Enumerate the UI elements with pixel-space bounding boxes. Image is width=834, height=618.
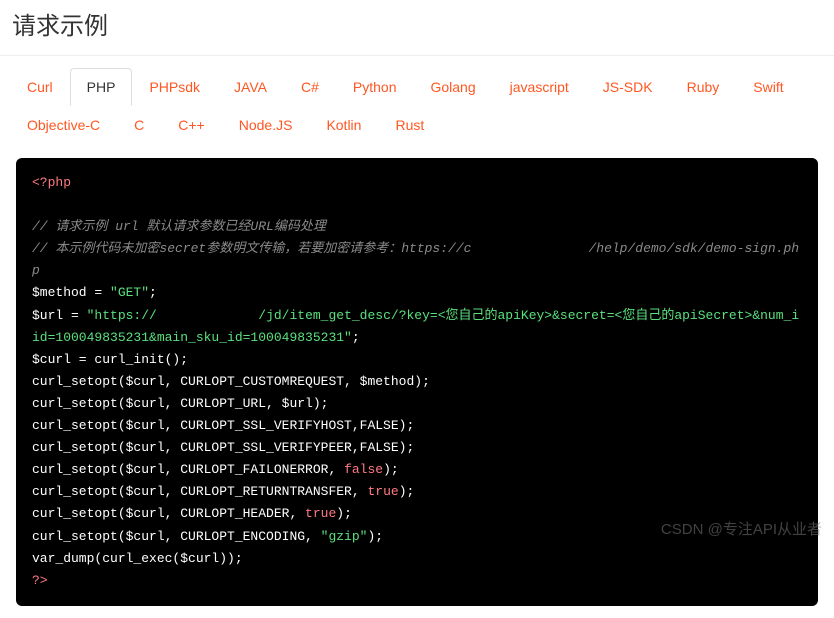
tab-c-[interactable]: C++ [161,106,221,144]
code-block: <?php // 请求示例 url 默认请求参数已经URL编码处理 // 本示例… [16,158,818,606]
code-line: curl_setopt($curl, CURLOPT_RETURNTRANSFE… [32,484,367,499]
code-token: ); [414,374,430,389]
php-open-tag: <?php [32,175,71,190]
tab-c-[interactable]: C# [284,68,336,106]
code-token: ); [383,462,399,477]
code-line: var_dump(curl_exec($curl)); [32,551,243,566]
code-comment: // 本示例代码未加密secret参数明文传输，若要加密请参考：https://… [32,241,799,278]
code-bool: true [367,484,398,499]
code-line: curl_setopt($curl, CURLOPT_SSL_VERIFYPEE… [32,440,414,455]
tab-java[interactable]: JAVA [217,68,284,106]
tab-phpsdk[interactable]: PHPsdk [132,68,217,106]
code-token: $method [32,285,87,300]
tab-ruby[interactable]: Ruby [670,68,737,106]
tab-python[interactable]: Python [336,68,414,106]
code-panel: <?php // 请求示例 url 默认请求参数已经URL编码处理 // 本示例… [16,158,818,606]
code-string: "gzip" [321,529,368,544]
code-token: $url [32,308,63,323]
tab-node-js[interactable]: Node.JS [222,106,310,144]
code-bool: true [305,506,336,521]
language-tabs: CurlPHPPHPsdkJAVAC#PythonGolangjavascrip… [0,56,834,152]
tab-curl[interactable]: Curl [10,68,70,106]
code-string: "https://xxxxxxxxxxxxx/jd/item_get_desc/… [32,308,799,345]
code-token: ); [336,506,352,521]
tab-golang[interactable]: Golang [413,68,492,106]
code-line: curl_setopt($curl, CURLOPT_FAILONERROR, [32,462,344,477]
code-token: ); [399,484,415,499]
tab-c[interactable]: C [117,106,161,144]
tab-kotlin[interactable]: Kotlin [309,106,378,144]
code-token: $method [360,374,415,389]
code-line: curl_setopt($curl, CURLOPT_ENCODING, [32,529,321,544]
code-string: "GET" [110,285,149,300]
code-line: curl_setopt($curl, CURLOPT_HEADER, [32,506,305,521]
code-line: curl_setopt($curl, CURLOPT_SSL_VERIFYHOS… [32,418,414,433]
tab-javascript[interactable]: javascript [493,68,586,106]
code-token: ); [367,529,383,544]
code-token: $url [282,396,313,411]
code-line: $curl = curl_init(); [32,352,188,367]
tab-objective-c[interactable]: Objective-C [10,106,117,144]
code-bool: false [344,462,383,477]
code-line: curl_setopt($curl, CURLOPT_URL, [32,396,282,411]
tab-php[interactable]: PHP [70,68,133,106]
tab-js-sdk[interactable]: JS-SDK [586,68,670,106]
tab-rust[interactable]: Rust [378,106,441,144]
tab-swift[interactable]: Swift [736,68,800,106]
code-comment: // 请求示例 url 默认请求参数已经URL编码处理 [32,219,326,234]
code-line: curl_setopt($curl, CURLOPT_CUSTOMREQUEST… [32,374,360,389]
php-close-tag: ?> [32,573,48,588]
code-token: ); [313,396,329,411]
page-title: 请求示例 [0,0,834,56]
